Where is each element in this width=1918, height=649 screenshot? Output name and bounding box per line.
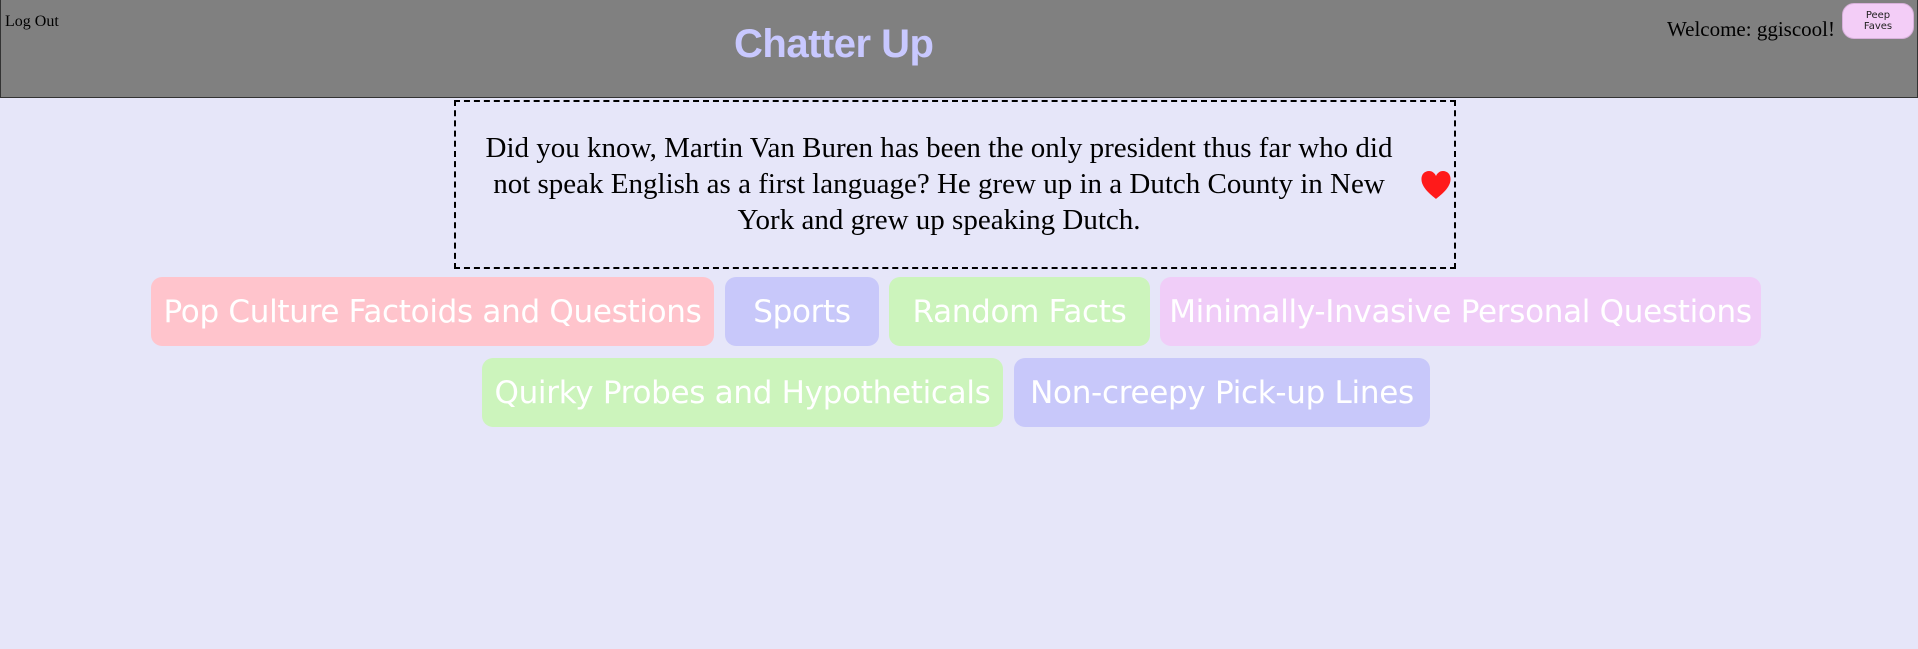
category-personal-questions-button[interactable]: Minimally-Invasive Personal Questions bbox=[1160, 277, 1761, 346]
peep-faves-label-line2: Faves bbox=[1863, 21, 1893, 32]
heart-icon[interactable] bbox=[1420, 170, 1452, 200]
fact-card: Did you know, Martin Van Buren has been … bbox=[454, 100, 1456, 269]
logout-link[interactable]: Log Out bbox=[5, 13, 59, 31]
peep-faves-button[interactable]: Peep Faves bbox=[1842, 3, 1914, 39]
category-pickup-lines-button[interactable]: Non-creepy Pick-up Lines bbox=[1014, 358, 1430, 427]
category-pop-culture-button[interactable]: Pop Culture Factoids and Questions bbox=[151, 277, 714, 346]
top-header: Log Out Chatter Up Welcome: ggiscool! Pe… bbox=[0, 0, 1918, 98]
category-quirky-probes-button[interactable]: Quirky Probes and Hypotheticals bbox=[482, 358, 1003, 427]
welcome-text: Welcome: ggiscool! bbox=[1666, 17, 1835, 41]
category-random-facts-button[interactable]: Random Facts bbox=[889, 277, 1150, 346]
category-sports-button[interactable]: Sports bbox=[725, 277, 879, 346]
app-title: Chatter Up bbox=[734, 22, 934, 66]
fact-text: Did you know, Martin Van Buren has been … bbox=[485, 132, 1393, 236]
peep-faves-label-line1: Peep bbox=[1865, 10, 1891, 21]
